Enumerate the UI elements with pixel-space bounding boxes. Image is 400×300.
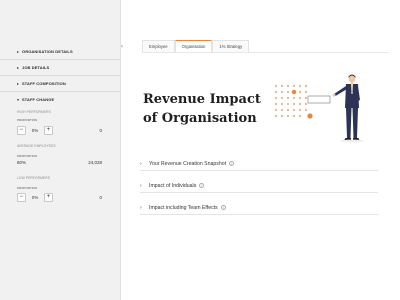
decrement-button[interactable]: − — [17, 193, 26, 202]
accordion-label: Impact including Team Effects — [149, 205, 218, 211]
caret-right-icon: ▸ — [17, 81, 20, 86]
highlight-box — [307, 95, 331, 104]
accordion-revenue-snapshot[interactable]: › Your Revenue Creation Snapshot i — [140, 157, 378, 171]
proportion-value[interactable]: 0% — [26, 195, 44, 200]
group-high-performers: HIGH PERFORMERS PROPORTION − 0% + 0 — [17, 110, 112, 140]
accordion-label: Your Revenue Creation Snapshot — [149, 161, 227, 167]
info-icon[interactable]: i — [220, 205, 226, 211]
accent-dot — [291, 89, 297, 95]
accordion-label: Impact of Individuals — [149, 183, 197, 189]
section-label: JOB DETAILS — [22, 65, 50, 70]
caret-down-icon: ▾ — [17, 97, 20, 102]
chevron-right-icon: › — [140, 183, 142, 189]
tab-organisation[interactable]: Organisation — [174, 40, 213, 52]
proportion-value[interactable]: 0% — [26, 128, 44, 133]
app-root: ▸ ORGANISATION DETAILS ▸ JOB DETAILS ▸ S… — [0, 0, 400, 300]
section-organisation-details[interactable]: ▸ ORGANISATION DETAILS — [0, 44, 121, 60]
caret-right-icon: ▸ — [17, 49, 20, 54]
decrement-button[interactable]: − — [17, 126, 26, 135]
increment-button[interactable]: + — [44, 193, 53, 202]
info-icon[interactable]: i — [229, 161, 235, 167]
presenter-figure — [332, 74, 360, 141]
proportion-label: PROPORTION — [17, 186, 38, 190]
group-low-performers: LOW PERFORMERS PROPORTION − 0% + 0 — [17, 176, 112, 206]
performer-count: 0 — [99, 128, 102, 133]
accordion-impact-individuals[interactable]: › Impact of Individuals i — [140, 179, 378, 193]
tab-divider — [142, 52, 388, 53]
section-staff-composition[interactable]: ▸ STAFF COMPOSITION — [0, 76, 121, 92]
proportion-stepper: − 0% + — [17, 126, 53, 135]
performer-count: 0 — [99, 195, 102, 200]
group-average-employees: AVERAGE EMPLOYEES PROPORTION 80% 24,028 — [17, 144, 112, 172]
increment-button[interactable]: + — [44, 126, 53, 135]
collapse-sidebar-icon[interactable]: ‹ — [118, 43, 126, 51]
section-label: ORGANISATION DETAILS — [22, 49, 73, 54]
tab-employee[interactable]: Employee — [142, 40, 175, 52]
group-title: LOW PERFORMERS — [17, 176, 51, 180]
tab-bar: Employee Organisation 1% Strategy — [142, 40, 250, 52]
page-title-line-1: Revenue Impact — [143, 92, 261, 107]
dot-grid — [274, 84, 308, 118]
section-label: STAFF COMPOSITION — [22, 81, 66, 86]
section-job-details[interactable]: ▸ JOB DETAILS — [0, 60, 121, 76]
page-title: Revenue Impact of Organisation — [143, 90, 273, 128]
chevron-right-icon: › — [140, 205, 142, 211]
employee-count: 24,028 — [88, 160, 102, 165]
proportion-value: 80% — [17, 160, 27, 165]
chevron-right-icon: › — [140, 161, 142, 167]
group-title: HIGH PERFORMERS — [17, 110, 51, 114]
page-title-line-2: of Organisation — [143, 111, 257, 126]
caret-right-icon: ▸ — [17, 65, 20, 70]
proportion-label: PROPORTION — [17, 118, 38, 122]
section-staff-change[interactable]: ▾ STAFF CHANGE — [0, 92, 121, 108]
group-title: AVERAGE EMPLOYEES — [17, 144, 56, 148]
info-icon[interactable]: i — [199, 183, 205, 189]
accent-dot — [307, 113, 313, 119]
accordion-impact-team-effects[interactable]: › Impact including Team Effects i — [140, 201, 378, 215]
tab-strategy[interactable]: 1% Strategy — [212, 40, 250, 52]
proportion-stepper: − 0% + — [17, 193, 53, 202]
section-label: STAFF CHANGE — [22, 97, 55, 102]
presenter-illustration — [274, 74, 364, 143]
sidebar: ▸ ORGANISATION DETAILS ▸ JOB DETAILS ▸ S… — [0, 0, 121, 300]
proportion-label: PROPORTION — [17, 154, 38, 158]
